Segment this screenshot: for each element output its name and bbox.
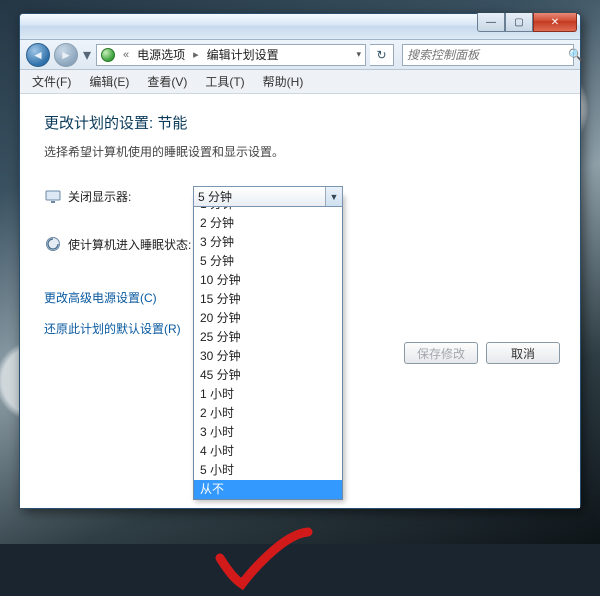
menu-tools[interactable]: 工具(T) — [197, 71, 252, 92]
cancel-button[interactable]: 取消 — [486, 342, 560, 364]
dropdown-option[interactable]: 4 小时 — [194, 442, 342, 461]
menu-help[interactable]: 帮助(H) — [255, 71, 312, 92]
address-bar-row: ◄ ► ▾ « 电源选项 ▸ 编辑计划设置 ▾ ↻ 🔍 — [20, 40, 580, 70]
address-bar[interactable]: « 电源选项 ▸ 编辑计划设置 ▾ — [96, 44, 366, 66]
monitor-icon — [44, 188, 62, 206]
nav-history-dropdown[interactable]: ▾ — [82, 45, 92, 65]
dropdown-option[interactable]: 3 分钟 — [194, 233, 342, 252]
maximize-button[interactable]: ▢ — [505, 13, 533, 32]
content-area: 更改计划的设置: 节能 选择希望计算机使用的睡眠设置和显示设置。 关闭显示器: … — [20, 94, 580, 508]
combo-drop-button[interactable]: ▼ — [325, 187, 342, 206]
menu-view[interactable]: 查看(V) — [139, 71, 195, 92]
address-dropdown-icon[interactable]: ▾ — [356, 49, 361, 60]
label-sleep: 使计算机进入睡眠状态: — [68, 236, 193, 253]
menubar: 文件(F) 编辑(E) 查看(V) 工具(T) 帮助(H) — [20, 70, 580, 94]
nav-back-button[interactable]: ◄ — [26, 43, 50, 67]
label-turn-off-display: 关闭显示器: — [68, 188, 193, 205]
dropdown-option[interactable]: 从不 — [194, 480, 342, 499]
search-input[interactable] — [407, 48, 564, 62]
close-button[interactable]: ✕ — [533, 13, 577, 32]
dropdown-list[interactable]: 1 分钟2 分钟3 分钟5 分钟10 分钟15 分钟20 分钟25 分钟30 分… — [193, 194, 343, 500]
refresh-button[interactable]: ↻ — [370, 44, 394, 66]
page-title: 更改计划的设置: 节能 — [44, 112, 556, 133]
dropdown-option[interactable]: 30 分钟 — [194, 347, 342, 366]
search-icon: 🔍 — [568, 48, 583, 62]
sleep-icon — [44, 235, 62, 253]
chevron-down-icon: ▼ — [330, 192, 339, 202]
dropdown-option[interactable]: 15 分钟 — [194, 290, 342, 309]
dropdown-option[interactable]: 5 小时 — [194, 461, 342, 480]
breadcrumb-edit-plan[interactable]: 编辑计划设置 — [207, 46, 279, 63]
menu-file[interactable]: 文件(F) — [24, 71, 79, 92]
arrow-left-icon: ◄ — [32, 49, 44, 61]
dropdown-option[interactable]: 20 分钟 — [194, 309, 342, 328]
control-panel-icon — [101, 48, 115, 62]
row-turn-off-display: 关闭显示器: 5 分钟 ▼ — [44, 186, 556, 207]
breadcrumb-power[interactable]: 电源选项 — [137, 46, 185, 63]
combo-value: 5 分钟 — [198, 188, 232, 205]
link-restore-defaults[interactable]: 还原此计划的默认设置(R) — [44, 320, 181, 337]
dialog-buttons: 保存修改 取消 — [404, 342, 560, 364]
arrow-right-icon: ► — [60, 49, 72, 61]
explorer-window: — ▢ ✕ ◄ ► ▾ « 电源选项 ▸ 编辑计划设置 ▾ ↻ 🔍 文件(F) … — [19, 13, 581, 509]
menu-edit[interactable]: 编辑(E) — [81, 71, 137, 92]
dropdown-option[interactable]: 3 小时 — [194, 423, 342, 442]
dropdown-option[interactable]: 10 分钟 — [194, 271, 342, 290]
dropdown-option[interactable]: 5 分钟 — [194, 252, 342, 271]
refresh-icon: ↻ — [376, 48, 386, 62]
breadcrumb-sep-icon: ▸ — [191, 48, 201, 61]
page-subtext: 选择希望计算机使用的睡眠设置和显示设置。 — [44, 143, 556, 160]
breadcrumb-sep: « — [121, 49, 131, 61]
combo-turn-off-display[interactable]: 5 分钟 ▼ — [193, 186, 343, 207]
dropdown-option[interactable]: 2 小时 — [194, 404, 342, 423]
minimize-button[interactable]: — — [477, 13, 505, 32]
dropdown-option[interactable]: 1 小时 — [194, 385, 342, 404]
link-advanced-power[interactable]: 更改高级电源设置(C) — [44, 289, 157, 306]
dropdown-option[interactable]: 2 分钟 — [194, 214, 342, 233]
nav-forward-button[interactable]: ► — [54, 43, 78, 67]
save-button[interactable]: 保存修改 — [404, 342, 478, 364]
search-box[interactable]: 🔍 — [402, 44, 574, 66]
titlebar[interactable]: — ▢ ✕ — [20, 14, 580, 40]
dropdown-option[interactable]: 25 分钟 — [194, 328, 342, 347]
dropdown-option[interactable]: 45 分钟 — [194, 366, 342, 385]
